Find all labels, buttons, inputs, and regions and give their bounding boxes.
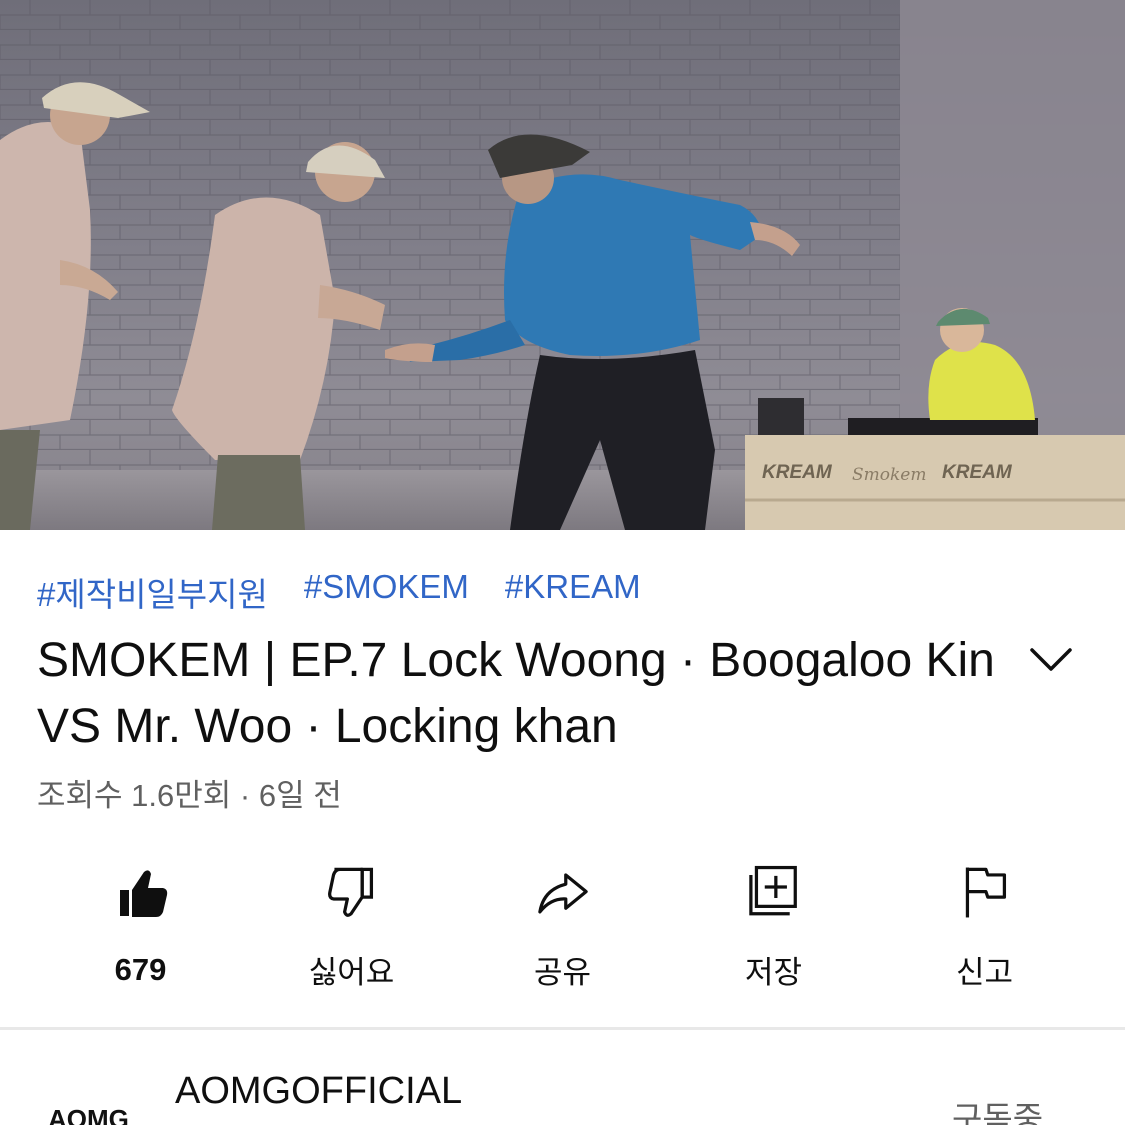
channel-avatar[interactable]: AOMG [48, 1098, 130, 1125]
save-button[interactable]: 저장 [668, 862, 879, 992]
report-button[interactable]: 신고 [879, 862, 1090, 992]
avatar-logo-text: AOMG [48, 1104, 129, 1125]
video-player[interactable]: KREAM KREAM Smokem [0, 0, 1125, 530]
divider [0, 1027, 1125, 1030]
share-label: 공유 [533, 955, 592, 990]
hashtag-link[interactable]: #SMOKEM [304, 568, 469, 616]
banner-script: Smokem [852, 465, 926, 485]
flag-icon [965, 867, 1006, 918]
save-playlist-icon [748, 865, 797, 916]
action-bar: 679 싫어요 공유 저장 신고 [35, 862, 1090, 992]
hashtag-list: #제작비일부지원 #SMOKEM #KREAM [37, 568, 641, 616]
save-label: 저장 [744, 955, 803, 990]
thumbs-up-icon [119, 870, 167, 917]
report-label: 신고 [955, 955, 1014, 990]
thumbs-down-icon [327, 867, 373, 917]
youtube-watch-page: KREAM KREAM Smokem #제작비일부지원 #SMOKEM #KRE… [0, 0, 1125, 1125]
chevron-down-icon[interactable] [1028, 642, 1074, 676]
video-frame: KREAM KREAM Smokem [0, 0, 1125, 530]
dislike-button[interactable]: 싫어요 [246, 862, 457, 992]
channel-name[interactable]: AOMGOFFICIAL [175, 1070, 462, 1113]
banner-text-2: KREAM [942, 462, 1013, 483]
share-icon [537, 873, 588, 914]
like-button[interactable]: 679 [35, 862, 246, 992]
subscribed-button[interactable]: 구독중 [952, 1092, 1043, 1125]
hashtag-link[interactable]: #KREAM [505, 568, 641, 616]
dislike-label: 싫어요 [308, 955, 395, 990]
video-title[interactable]: SMOKEM | EP.7 Lock Woong · Boogaloo Kin … [37, 628, 1017, 760]
banner-text-1: KREAM [762, 462, 833, 483]
view-count-and-date: 조회수 1.6만회 · 6일 전 [37, 778, 342, 813]
share-button[interactable]: 공유 [457, 862, 668, 992]
like-count: 679 [114, 952, 167, 987]
hashtag-link[interactable]: #제작비일부지원 [37, 568, 268, 616]
